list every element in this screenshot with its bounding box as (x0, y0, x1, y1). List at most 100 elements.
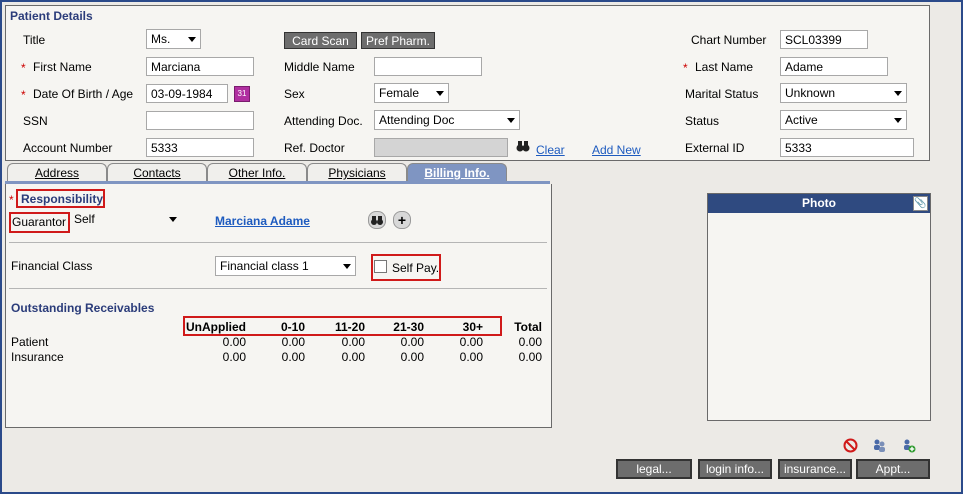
paperclip-icon[interactable]: 📎 (913, 196, 928, 211)
add-new-link[interactable]: Add New (592, 143, 641, 157)
calendar-icon[interactable]: 31 (234, 86, 250, 102)
label-attending-doc: Attending Doc. (284, 114, 363, 128)
binoculars-icon[interactable] (516, 139, 530, 153)
chevron-down-icon (169, 217, 177, 222)
sex-select-value: Female (379, 86, 420, 100)
add-icon[interactable]: + (393, 211, 411, 229)
status-select[interactable]: Active (780, 110, 907, 130)
marital-status-select[interactable]: Unknown (780, 83, 907, 103)
column-header: 30+ (462, 320, 483, 334)
financial-class-label: Financial Class (11, 259, 93, 273)
first-name-field[interactable]: Marciana (146, 57, 254, 76)
no-symbol-icon[interactable] (843, 438, 858, 453)
label-last-name: Last Name (695, 60, 754, 74)
column-header: 0-10 (280, 320, 305, 334)
photo-title: Photo (802, 196, 836, 210)
required-mark: * (21, 61, 26, 75)
label-chart-number: Chart Number (691, 33, 767, 47)
tab-contacts[interactable]: Contacts (107, 163, 207, 182)
guarantor-select-value: Self (74, 212, 95, 226)
divider (9, 288, 547, 289)
label-ssn: SSN (23, 114, 48, 128)
tab-address[interactable]: Address (7, 163, 107, 182)
self-pay-label: Self Pay. (392, 261, 440, 275)
label-sex: Sex (284, 87, 305, 101)
financial-class-select[interactable]: Financial class 1 (215, 256, 356, 276)
insurance-button[interactable]: insurance... (778, 459, 852, 479)
column-header: Total (514, 320, 542, 334)
chevron-down-icon (188, 37, 196, 42)
column-header: 21-30 (393, 320, 424, 334)
required-mark: * (683, 61, 688, 75)
table-cell: 0.00 (400, 335, 424, 349)
chevron-down-icon (894, 118, 902, 123)
table-cell: 0.00 (518, 350, 542, 364)
status-select-value: Active (785, 113, 818, 127)
marital-status-select-value: Unknown (785, 86, 836, 100)
pref-pharm-button[interactable]: Pref Pharm. (361, 32, 435, 49)
label-middle-name: Middle Name (284, 60, 355, 74)
row-label-patient: Patient (11, 335, 49, 349)
external-id-field[interactable]: 5333 (780, 138, 914, 157)
table-cell: 0.00 (341, 350, 365, 364)
table-cell: 0.00 (459, 350, 483, 364)
chevron-down-icon (894, 91, 902, 96)
outstanding-receivables-title: Outstanding Receivables (11, 301, 155, 315)
table-cell: 0.00 (459, 335, 483, 349)
column-header: UnApplied (186, 320, 246, 334)
label-title: Title (23, 33, 46, 47)
tab-billing-info[interactable]: Billing Info. (407, 163, 507, 182)
financial-class-select-value: Financial class 1 (220, 259, 309, 273)
user-group-icon[interactable] (872, 438, 887, 453)
table-cell: 0.00 (222, 335, 246, 349)
table-cell: 0.00 (341, 335, 365, 349)
tab-other-info[interactable]: Other Info. (207, 163, 307, 182)
chevron-down-icon (343, 264, 351, 269)
attending-doc-select-value: Attending Doc (379, 113, 455, 127)
photo-panel: Photo 📎 (707, 193, 931, 421)
section-title-patient-details: Patient Details (10, 9, 93, 23)
highlight-box (9, 212, 70, 233)
table-cell: 0.00 (222, 350, 246, 364)
chevron-down-icon (436, 91, 444, 96)
label-marital-status: Marital Status (685, 87, 759, 101)
account-number-field[interactable]: 5333 (146, 138, 254, 157)
middle-name-field[interactable] (374, 57, 482, 76)
appt-button[interactable]: Appt... (856, 459, 930, 479)
clear-link[interactable]: Clear (536, 143, 565, 157)
highlight-box (16, 189, 105, 208)
tab-physicians[interactable]: Physicians (307, 163, 407, 182)
user-add-icon[interactable] (901, 438, 916, 453)
login-info-button[interactable]: login info... (698, 459, 772, 479)
label-ref-doctor: Ref. Doctor (284, 141, 345, 155)
photo-header: Photo 📎 (708, 194, 930, 213)
required-mark: * (21, 88, 26, 102)
legal-button[interactable]: legal... (616, 459, 692, 479)
chart-number-field[interactable]: SCL03399 (780, 30, 868, 49)
dob-field[interactable]: 03-09-1984 (146, 84, 228, 103)
binoculars-icon[interactable] (368, 211, 386, 229)
title-select[interactable]: Ms. (146, 29, 201, 49)
ssn-field[interactable] (146, 111, 254, 130)
table-cell: 0.00 (281, 335, 305, 349)
label-first-name: First Name (33, 60, 92, 74)
label-dob-age: Date Of Birth / Age (33, 87, 134, 101)
sex-select[interactable]: Female (374, 83, 449, 103)
column-header: 11-20 (334, 320, 365, 334)
required-mark: * (9, 193, 14, 207)
ref-doctor-field[interactable] (374, 138, 508, 157)
label-status: Status (685, 114, 720, 128)
row-label-insurance: Insurance (11, 350, 64, 364)
label-external-id: External ID (685, 141, 745, 155)
table-cell: 0.00 (281, 350, 305, 364)
attending-doc-select[interactable]: Attending Doc (374, 110, 520, 130)
table-cell: 0.00 (518, 335, 542, 349)
card-scan-button[interactable]: Card Scan (284, 32, 357, 49)
guarantor-name-link[interactable]: Marciana Adame (215, 214, 310, 228)
guarantor-select[interactable]: Self (70, 210, 181, 230)
title-select-value: Ms. (151, 32, 171, 46)
self-pay-checkbox[interactable] (374, 260, 387, 273)
table-cell: 0.00 (400, 350, 424, 364)
divider (9, 242, 547, 243)
last-name-field[interactable]: Adame (780, 57, 888, 76)
